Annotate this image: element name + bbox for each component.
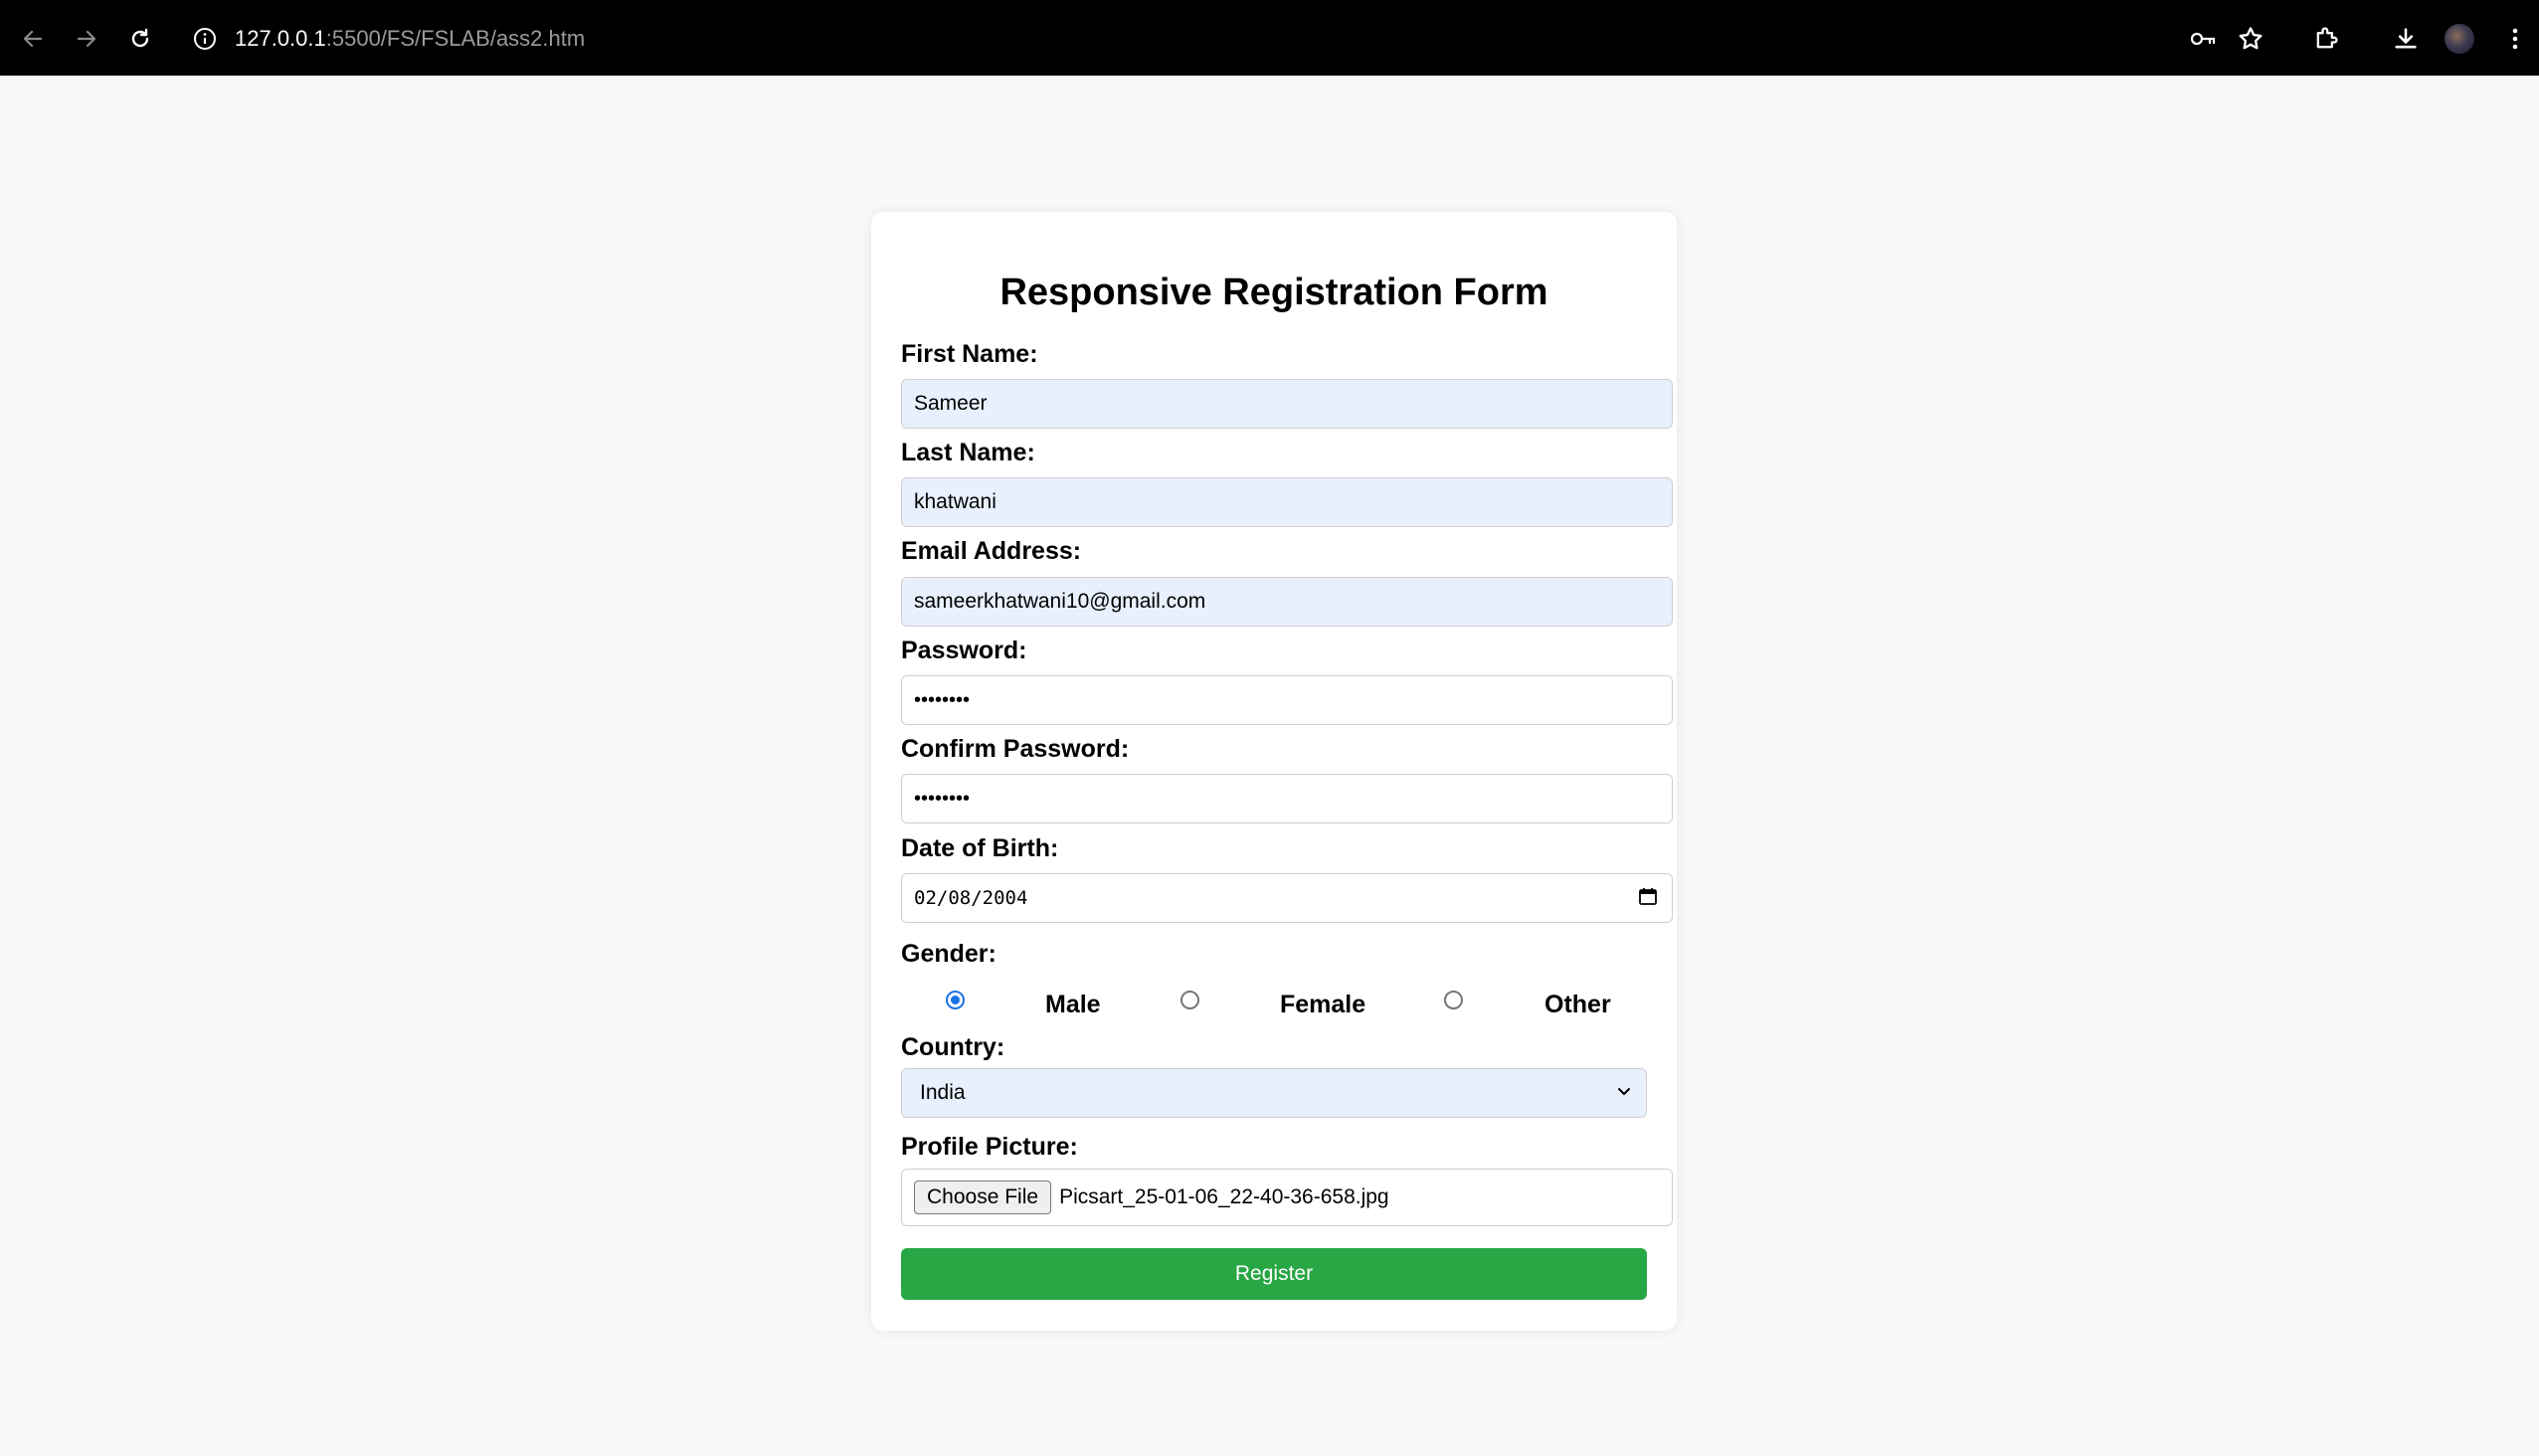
- browser-toolbar: 127.0.0.1:5500/FS/FSLAB/ass2.htm: [0, 0, 2539, 76]
- password-label: Password:: [901, 637, 1027, 664]
- form-title: Responsive Registration Form: [999, 272, 1548, 313]
- extensions-icon[interactable]: [2309, 22, 2343, 56]
- last-name-input[interactable]: khatwani: [901, 477, 1673, 527]
- gender-radio-male[interactable]: [946, 991, 965, 1009]
- dob-label: Date of Birth:: [901, 834, 1059, 862]
- gender-label-other: Other: [1544, 991, 1611, 1018]
- registration-card: Responsive Registration Form First Name:…: [871, 212, 1677, 1331]
- first-name-label: First Name:: [901, 340, 1038, 368]
- country-value: India: [920, 1081, 966, 1104]
- last-name-value: khatwani: [914, 490, 997, 513]
- dob-value: 02/08/2004: [914, 887, 1028, 909]
- address-bar[interactable]: 127.0.0.1:5500/FS/FSLAB/ass2.htm: [235, 24, 585, 54]
- gender-radio-female[interactable]: [1180, 991, 1199, 1009]
- profile-picture-label: Profile Picture:: [901, 1133, 1078, 1161]
- info-icon[interactable]: [192, 26, 218, 52]
- url-path: :5500/FS/FSLAB/ass2.htm: [325, 26, 586, 51]
- menu-dots-icon[interactable]: [2498, 22, 2532, 56]
- dob-input[interactable]: 02/08/2004: [901, 873, 1673, 923]
- back-arrow-icon[interactable]: [18, 24, 48, 54]
- register-button[interactable]: Register: [901, 1248, 1647, 1300]
- gender-radio-other[interactable]: [1444, 991, 1463, 1009]
- gender-label-male: Male: [1045, 991, 1101, 1018]
- download-icon[interactable]: [2389, 22, 2423, 56]
- calendar-icon[interactable]: [1638, 886, 1658, 911]
- email-label: Email Address:: [901, 537, 1082, 565]
- profile-avatar-icon[interactable]: [2445, 24, 2474, 54]
- first-name-input[interactable]: Sameer: [901, 379, 1673, 429]
- file-name: Picsart_25-01-06_22-40-36-658.jpg: [1059, 1185, 1389, 1208]
- password-input[interactable]: ••••••••: [901, 675, 1673, 725]
- confirm-password-value: ••••••••: [914, 787, 971, 810]
- forward-arrow-icon[interactable]: [72, 24, 101, 54]
- confirm-password-input[interactable]: ••••••••: [901, 774, 1673, 823]
- confirm-password-label: Confirm Password:: [901, 735, 1130, 763]
- url-host: 127.0.0.1: [235, 26, 326, 51]
- gender-label: Gender:: [901, 940, 997, 968]
- gender-label-female: Female: [1280, 991, 1366, 1018]
- last-name-label: Last Name:: [901, 439, 1035, 466]
- reload-icon[interactable]: [125, 24, 155, 54]
- chevron-down-icon: [1616, 1081, 1632, 1105]
- profile-picture-input[interactable]: Choose File Picsart_25-01-06_22-40-36-65…: [901, 1169, 1673, 1226]
- choose-file-button[interactable]: Choose File: [914, 1181, 1052, 1214]
- password-value: ••••••••: [914, 688, 971, 711]
- email-value: sameerkhatwani10@gmail.com: [914, 590, 1206, 613]
- key-icon[interactable]: [2186, 22, 2220, 56]
- country-select[interactable]: India: [901, 1068, 1647, 1118]
- country-label: Country:: [901, 1033, 1005, 1061]
- star-icon[interactable]: [2234, 22, 2267, 56]
- first-name-value: Sameer: [914, 392, 988, 415]
- email-input[interactable]: sameerkhatwani10@gmail.com: [901, 577, 1673, 627]
